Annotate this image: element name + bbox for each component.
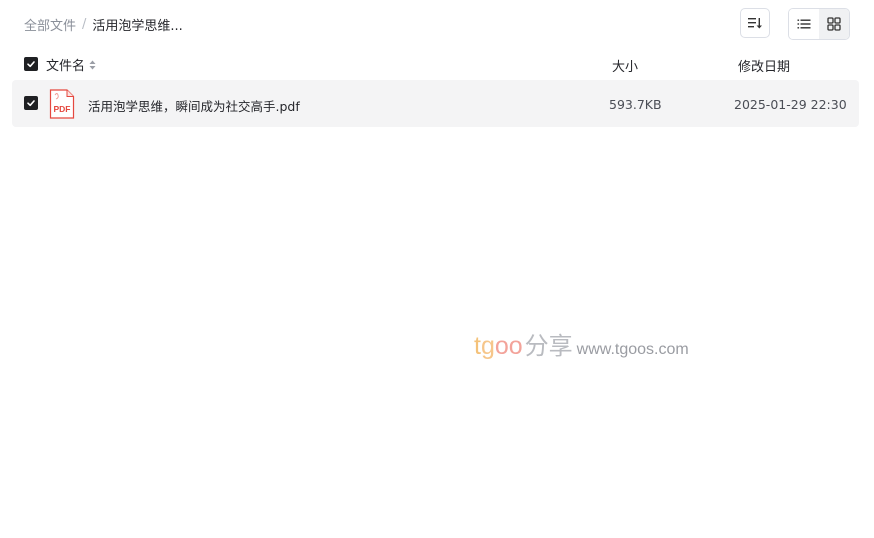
file-name[interactable]: 活用泡学思维，瞬间成为社交高手.pdf [88, 96, 300, 115]
breadcrumb: 全部文件 / 活用泡学思维... [24, 14, 183, 34]
breadcrumb-separator: / [82, 16, 87, 32]
table-header: 文件名 大小 修改日期 [0, 52, 874, 76]
watermark-logo-g: g [480, 332, 495, 360]
watermark-logo-oo: oo [494, 332, 523, 360]
table-row[interactable]: PDF 活用泡学思维，瞬间成为社交高手.pdf 593.7KB 2025-01-… [12, 80, 859, 127]
sort-caret-icon [89, 60, 96, 70]
watermark-logo-t: t [474, 332, 481, 360]
checkmark-icon [27, 100, 35, 107]
row-checkbox[interactable] [24, 96, 38, 110]
watermark-share-text: 分享 [524, 332, 573, 360]
pdf-icon-label: PDF [54, 104, 71, 114]
watermark-url: www.tgoos.com [576, 341, 689, 358]
list-view-button[interactable] [789, 9, 819, 39]
list-view-icon [797, 19, 811, 29]
pdf-file-icon: PDF [49, 89, 75, 119]
grid-view-button[interactable] [819, 9, 849, 39]
sort-button[interactable] [740, 8, 770, 38]
column-header-date[interactable]: 修改日期 [738, 56, 790, 75]
view-mode-toggle [788, 8, 850, 40]
breadcrumb-root-link[interactable]: 全部文件 [24, 15, 76, 34]
file-size: 593.7KB [609, 97, 662, 112]
column-header-name[interactable]: 文件名 [46, 55, 96, 74]
file-modified-date: 2025-01-29 22:30 [734, 97, 847, 112]
column-header-name-label: 文件名 [46, 59, 86, 74]
breadcrumb-current-folder: 活用泡学思维... [92, 18, 183, 34]
sort-icon [748, 18, 762, 29]
grid-view-icon [827, 17, 841, 31]
select-all-checkbox[interactable] [24, 57, 38, 71]
watermark: t g oo 分享 www.tgoos.com [474, 326, 689, 361]
checkmark-icon [27, 61, 35, 68]
column-header-size[interactable]: 大小 [612, 56, 638, 75]
